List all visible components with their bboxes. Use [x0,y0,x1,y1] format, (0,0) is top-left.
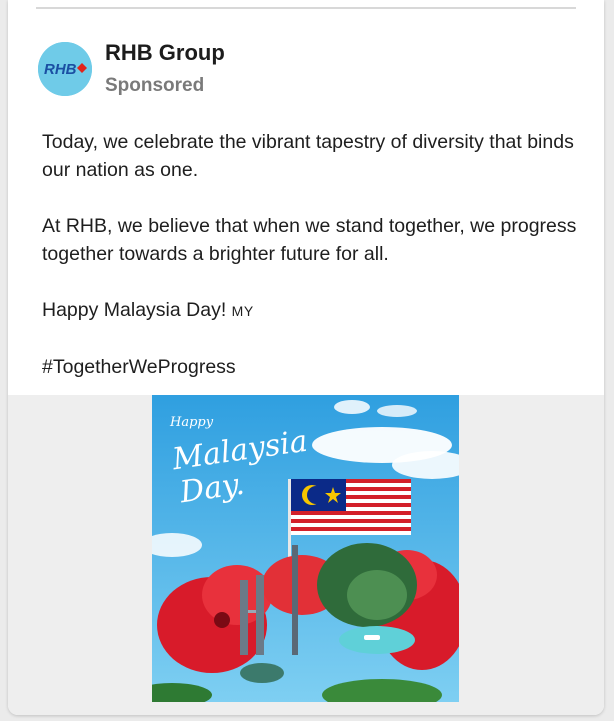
media-area: Happy Malaysia Day. [8,395,604,715]
flag-code: MY [231,303,254,319]
divider [36,7,576,9]
post-body: Today, we celebrate the vibrant tapestry… [42,128,582,409]
post-image[interactable]: Happy Malaysia Day. [152,395,459,702]
greeting-text: Happy Malaysia Day! [42,299,227,321]
author-name[interactable]: RHB Group [105,40,225,66]
hashtag-link[interactable]: #TogetherWeProgress [42,353,582,381]
post-greeting-line: Happy Malaysia Day! MY [42,296,582,325]
post-card: RHB RHB Group Sponsored Today, we celebr… [8,0,604,715]
post-paragraph: At RHB, we believe that when we stand to… [42,215,577,265]
post-paragraph: Today, we celebrate the vibrant tapestry… [42,131,574,181]
logo-text: RHB [44,61,77,78]
sponsored-label: Sponsored [105,75,205,96]
malaysia-flag-icon [291,479,411,535]
rhb-logo-icon: RHB [38,42,92,96]
poster-happy-text: Happy [170,415,214,430]
avatar[interactable]: RHB [38,42,92,96]
